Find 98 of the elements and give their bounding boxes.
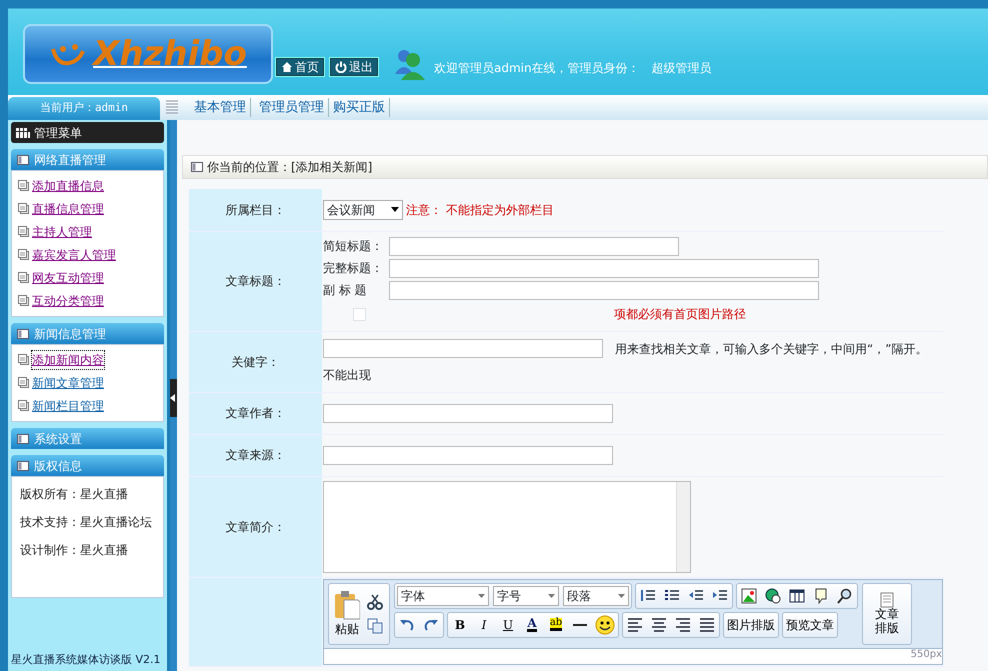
editor-dropdown[interactable]: 字体	[397, 586, 489, 606]
copy-icon	[367, 618, 383, 634]
menu-title-bar: 管理菜单	[11, 122, 164, 143]
globe-icon	[765, 588, 781, 604]
hint-text: 用来查找相关文章，可输入多个关键字，中间用“，”隔开。	[615, 340, 928, 358]
page-icon	[18, 295, 29, 306]
panel-icon	[17, 328, 29, 338]
checkbox[interactable]	[353, 308, 366, 320]
clipboard-icon	[334, 590, 360, 620]
text-input[interactable]	[323, 446, 613, 464]
caret-icon	[618, 594, 625, 598]
title-input[interactable]	[389, 280, 819, 300]
page-icon	[18, 203, 29, 214]
caret-icon	[478, 594, 485, 598]
hint-text: 项都必须有首页图片路径	[614, 306, 746, 323]
version-text: 星火直播系统媒体访谈版 V2.1	[11, 652, 161, 667]
title-input[interactable]	[389, 258, 819, 278]
field-label: 简短标题：	[323, 238, 384, 255]
page-icon	[18, 180, 29, 191]
page-icon	[18, 272, 29, 283]
page-icon	[18, 226, 29, 237]
scrollbar[interactable]	[676, 482, 690, 572]
panel-icon	[191, 162, 203, 172]
align-right-icon	[675, 616, 691, 632]
menu-link[interactable]: 新闻文章管理	[32, 374, 104, 392]
article-layout-button[interactable]: 文章排版	[863, 586, 911, 642]
picture-icon	[741, 588, 757, 604]
field-label: 文章简介：	[226, 520, 286, 534]
page-icon	[18, 249, 29, 260]
panel-icon	[17, 154, 29, 164]
editor-dropdown[interactable]: 字号	[493, 586, 559, 606]
panel-icon	[17, 460, 29, 470]
field-label: 完整标题：	[323, 260, 384, 277]
menu-link[interactable]: 添加新闻内容	[32, 350, 104, 368]
field-label: 文章来源：	[226, 448, 286, 462]
paste-button[interactable]: 粘贴	[331, 586, 363, 642]
logo-text: Xhzhibo	[93, 32, 247, 76]
preview-button[interactable]: 预览文章	[783, 612, 837, 636]
grip-icon	[166, 100, 178, 116]
menu-link[interactable]: 嘉宾发言人管理	[32, 246, 116, 264]
page-icon	[18, 377, 29, 388]
power-icon	[335, 61, 347, 73]
title-input[interactable]	[389, 236, 679, 256]
note-icon	[813, 588, 829, 604]
table-icon	[789, 588, 805, 604]
left-arrow-icon	[170, 394, 176, 402]
field-label: 文章作者：	[226, 406, 286, 420]
align-center-icon	[651, 616, 667, 632]
editor-dropdown[interactable]: 段落	[563, 586, 629, 606]
scissors-icon	[367, 594, 383, 610]
image-layout-button[interactable]: 图片排版	[724, 612, 778, 636]
copyright-line: 版权所有：星火直播	[19, 486, 129, 503]
nav-link[interactable]: 购买正版	[329, 98, 390, 118]
align-left-icon	[627, 616, 643, 632]
text-input[interactable]	[323, 404, 613, 422]
justify-icon	[699, 616, 715, 632]
font-color-button[interactable]: A	[520, 612, 544, 636]
underline-button[interactable]: U	[496, 612, 520, 636]
breadcrumb-text: 你当前的位置：[添加相关新闻]	[207, 159, 372, 176]
nav-link[interactable]: 基本管理	[190, 98, 251, 118]
nav-link[interactable]: 管理员管理	[255, 98, 329, 118]
welcome-text: 欢迎管理员admin在线，管理员身份：	[434, 60, 640, 77]
menu-link[interactable]: 直播信息管理	[32, 200, 104, 218]
panel-icon	[17, 434, 29, 444]
bold-button[interactable]: B	[448, 612, 472, 636]
menu-link[interactable]: 互动分类管理	[32, 292, 104, 310]
warning-note: 注意： 不能指定为外部栏目	[406, 202, 554, 219]
italic-button[interactable]: I	[472, 612, 496, 636]
home-icon	[281, 61, 293, 73]
caret-icon	[548, 594, 555, 598]
page-icon	[18, 400, 29, 411]
keyword-input[interactable]	[323, 339, 603, 358]
menu-link[interactable]: 添加直播信息	[32, 176, 104, 194]
logout-button[interactable]: 退出	[330, 58, 378, 76]
page-icon	[18, 354, 29, 365]
home-button[interactable]: 首页	[276, 58, 324, 76]
highlight-button[interactable]: ab	[544, 612, 568, 636]
field-label: 所属栏目：	[226, 202, 286, 217]
caret-icon	[391, 207, 399, 212]
menu-link[interactable]: 网友互动管理	[32, 268, 104, 286]
ruler-label: 550px	[910, 648, 942, 660]
search-icon	[837, 588, 853, 604]
copyright-line: 设计制作：星火直播	[19, 542, 129, 559]
menu-link[interactable]: 主持人管理	[32, 222, 92, 240]
smiley-face-icon	[595, 614, 615, 634]
menu-link[interactable]: 新闻栏目管理	[32, 396, 104, 414]
field-label: 副 标 题	[323, 282, 368, 299]
category-select[interactable]: 会议新闻	[323, 200, 403, 220]
copyright-line: 技术支持：星火直播论坛	[19, 514, 153, 531]
hint-text: 不能出现	[323, 367, 372, 384]
field-label: 文章标题：	[226, 274, 286, 288]
document-icon	[879, 592, 895, 608]
field-label: 关健字：	[232, 354, 280, 368]
grid-icon	[16, 128, 30, 138]
role-text: 超级管理员	[652, 60, 712, 77]
horizontal-line-icon	[573, 624, 587, 626]
numbered-list-icon	[640, 588, 656, 604]
collapse-handle[interactable]	[170, 379, 177, 417]
